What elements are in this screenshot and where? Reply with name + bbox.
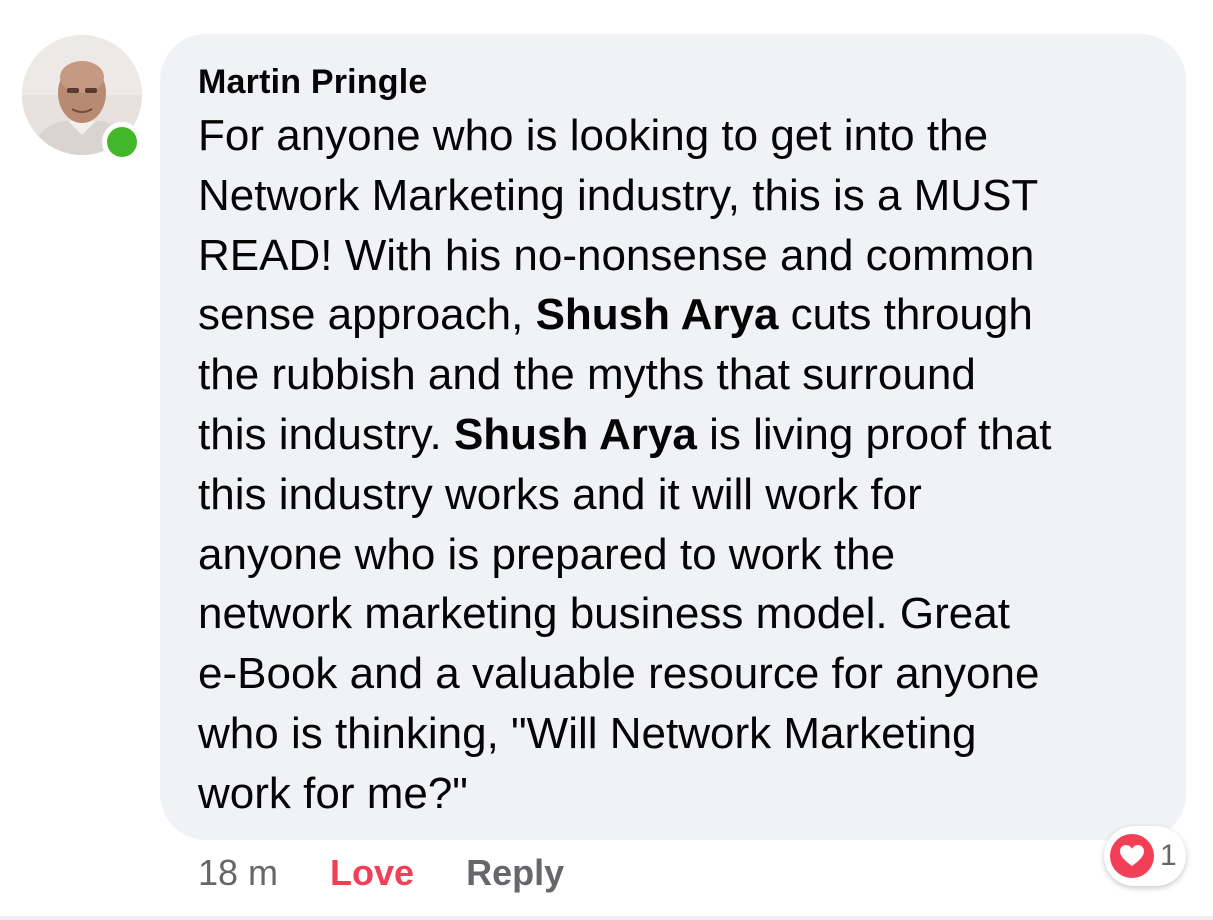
comment-author[interactable]: Martin Pringle — [198, 64, 1150, 100]
comment-actions: 18 m Love Reply — [198, 850, 564, 896]
online-status-indicator — [102, 122, 142, 162]
comment-text-segment: is living proof that — [696, 409, 1052, 459]
comment-text-segment: anyone who is prepared to work the — [198, 529, 896, 579]
comment-line: READ! With his no-nonsense and common — [198, 226, 1150, 286]
reaction-count: 1 — [1160, 839, 1177, 872]
comment-line: Network Marketing industry, this is a MU… — [198, 166, 1150, 226]
comment-text-segment: who is thinking, "Will Network Marketing — [198, 708, 977, 758]
comment-text-segment: Network Marketing industry, this is a MU… — [198, 170, 1039, 220]
comment-text-segment: this industry. — [198, 409, 454, 459]
mention-link[interactable]: Shush Arya — [454, 410, 697, 459]
comment-text-segment: work for me?" — [198, 768, 468, 818]
comment-text-segment: For anyone who is looking to get into th… — [198, 111, 989, 160]
comment-text: For anyone who is looking to get into th… — [198, 106, 1150, 824]
comment-text-segment: cuts through — [778, 290, 1033, 340]
reply-button[interactable]: Reply — [466, 852, 564, 894]
comment-line: network marketing business model. Great — [198, 584, 1150, 644]
divider — [0, 916, 1213, 920]
comment-timestamp[interactable]: 18 m — [198, 852, 278, 894]
heart-icon — [1110, 834, 1154, 878]
comment-text-segment: network marketing business model. Great — [198, 589, 1010, 639]
comment-line: this industry works and it will work for — [198, 465, 1150, 525]
comment-line: work for me?" — [198, 764, 1150, 824]
comment-line: For anyone who is looking to get into th… — [198, 106, 1150, 166]
love-button[interactable]: Love — [330, 852, 414, 894]
comment-line: sense approach, Shush Arya cuts through — [198, 285, 1150, 345]
comment-line: anyone who is prepared to work the — [198, 525, 1150, 585]
comment-line: e-Book and a valuable resource for anyon… — [198, 644, 1150, 704]
comment-text-segment: sense approach, — [198, 290, 536, 340]
comment-bubble: Martin Pringle For anyone who is looking… — [160, 34, 1186, 840]
comment-text-segment: this industry works and it will work for — [198, 469, 922, 519]
comment-text-segment: the rubbish and the myths that surround — [198, 350, 976, 400]
comment-screen: Martin Pringle For anyone who is looking… — [0, 0, 1213, 920]
reaction-summary[interactable]: 1 — [1104, 826, 1186, 886]
comment-line: this industry. Shush Arya is living proo… — [198, 405, 1150, 465]
mention-link[interactable]: Shush Arya — [536, 290, 779, 339]
comment-line: the rubbish and the myths that surround — [198, 345, 1150, 405]
comment-line: who is thinking, "Will Network Marketing — [198, 704, 1150, 764]
comment-text-segment: e-Book and a valuable resource for anyon… — [198, 649, 1040, 699]
comment-text-segment: READ! With his no-nonsense and common — [198, 230, 1035, 280]
